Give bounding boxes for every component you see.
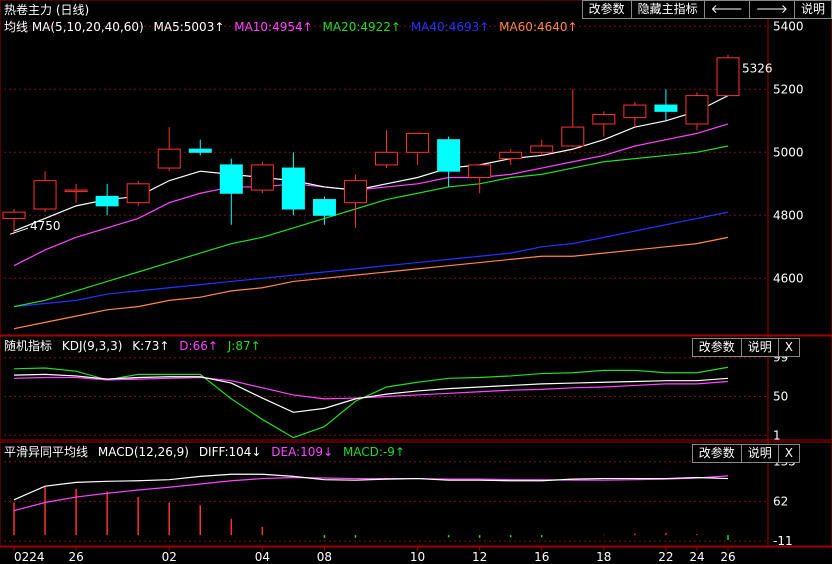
x-tick-label: 02: [162, 550, 177, 564]
kdj-toolbar: 改参数 说明 X: [691, 338, 800, 357]
candle-body: [64, 189, 88, 193]
y-tick-label: 4600: [773, 271, 804, 285]
ma5-line: [13, 95, 729, 232]
candle-body: [623, 104, 647, 119]
ma20-line: [13, 145, 729, 308]
macd-dea: DEA:109↓: [271, 445, 334, 459]
y-tick-label: 4800: [773, 208, 804, 222]
ma-legend: 均线 MA(5,10,20,40,60) MA5:5003↑ MA10:4954…: [4, 19, 584, 35]
macd-toolbar: 改参数 说明 X: [691, 444, 800, 463]
kdj-y-tick-label: 50: [773, 390, 788, 404]
ma5-value: MA5:5003↑: [153, 20, 225, 34]
x-tick-label: 22: [658, 550, 673, 564]
candle-body: [375, 151, 399, 166]
main-panel-frame: [0, 0, 832, 336]
kdj-legend: 随机指标 KDJ(9,3,3) K:73↑ D:66↑ J:87↑: [4, 338, 267, 354]
low-annotation: 4750: [30, 219, 61, 233]
candle-body: [468, 164, 492, 178]
candle-body: [281, 167, 305, 210]
macd-params-button[interactable]: 改参数: [691, 444, 742, 463]
macd-params: MACD(12,26,9): [97, 445, 189, 459]
ma10-value: MA10:4954↑: [234, 20, 313, 34]
kdj-k: K:73↑: [132, 339, 170, 353]
x-tick-label: 26: [68, 550, 83, 564]
kdj-explain-button[interactable]: 说明: [740, 338, 779, 357]
main-panel-title: 热卷主力 (日线): [4, 3, 90, 17]
params-button[interactable]: 改参数: [581, 0, 632, 19]
hide-indicator-button[interactable]: 隐藏主指标: [630, 0, 705, 19]
x-tick-label: 16: [534, 550, 549, 564]
kdj-name: 随机指标: [4, 339, 53, 353]
candle-body: [95, 195, 119, 207]
ma-label: 均线 MA(5,10,20,40,60): [4, 20, 144, 34]
ma10-line: [13, 123, 729, 267]
candle-body: [561, 126, 585, 147]
candle-body: [250, 164, 274, 191]
candle-body: [188, 148, 212, 153]
ma60-line: [13, 236, 729, 330]
kdj-j: J:87↑: [227, 339, 261, 353]
candle-body: [592, 114, 616, 125]
macd-close-icon[interactable]: X: [777, 444, 800, 463]
x-tick-label: 0224: [14, 550, 45, 564]
kdj-params: KDJ(9,3,3): [61, 339, 123, 353]
macd-y-tick-label: 62: [773, 494, 788, 508]
ma40-value: MA40:4693↑: [410, 20, 490, 34]
y-tick-label: 5000: [773, 145, 804, 159]
candle-body: [437, 139, 461, 172]
candle-body: [126, 183, 150, 204]
candle-body: [343, 180, 367, 204]
macd-explain-button[interactable]: 说明: [740, 444, 779, 463]
x-tick-label: 08: [317, 550, 332, 564]
explain-button[interactable]: 说明: [793, 0, 832, 19]
ma60-value: MA60:4640↑: [499, 20, 578, 34]
candle-body: [530, 145, 554, 153]
x-tick-label: 18: [596, 550, 611, 564]
kdj-y-tick-label: 1: [773, 428, 781, 442]
y-tick-label: 5200: [773, 82, 804, 96]
kdj-params-button[interactable]: 改参数: [691, 338, 742, 357]
high-annotation: 5326: [742, 62, 773, 76]
kdj-d-line: [13, 376, 729, 400]
candle-body: [685, 95, 709, 125]
candle-body: [499, 151, 523, 160]
macd-y-tick-label: -11: [773, 534, 793, 548]
macd-legend: 平滑异同平均线 MACD(12,26,9) DIFF:104↓ DEA:109↓…: [4, 444, 411, 460]
candle-body: [33, 180, 57, 210]
left-arrow-icon[interactable]: 🡐: [703, 0, 750, 19]
candle-body: [406, 132, 430, 153]
x-tick-label: 04: [255, 550, 270, 564]
candle-body: [312, 199, 336, 216]
x-tick-label: 12: [472, 550, 487, 564]
candle-body: [157, 148, 181, 169]
macd-value: MACD:-9↑: [342, 445, 405, 459]
ma40-line: [13, 211, 729, 308]
candle-body: [654, 104, 678, 112]
candle-body: [2, 211, 26, 219]
kdj-d: D:66↑: [179, 339, 218, 353]
x-tick-label: 24: [689, 550, 704, 564]
macd-diff: DIFF:104↓: [198, 445, 262, 459]
kdj-close-icon[interactable]: X: [777, 338, 800, 357]
ma20-value: MA20:4922↑: [322, 20, 401, 34]
right-arrow-icon[interactable]: 🡒: [748, 0, 795, 19]
main-toolbar: 改参数 隐藏主指标 🡐 🡒 说明: [581, 0, 832, 19]
candle-body: [716, 57, 740, 97]
macd-name: 平滑异同平均线: [4, 445, 89, 459]
candle-body: [219, 164, 243, 194]
x-tick-label: 10: [410, 550, 425, 564]
x-tick-label: 26: [720, 550, 735, 564]
y-tick-label: 5400: [773, 19, 804, 33]
chart-canvas: 54005200500048004600475053269950113562-1…: [0, 0, 832, 564]
